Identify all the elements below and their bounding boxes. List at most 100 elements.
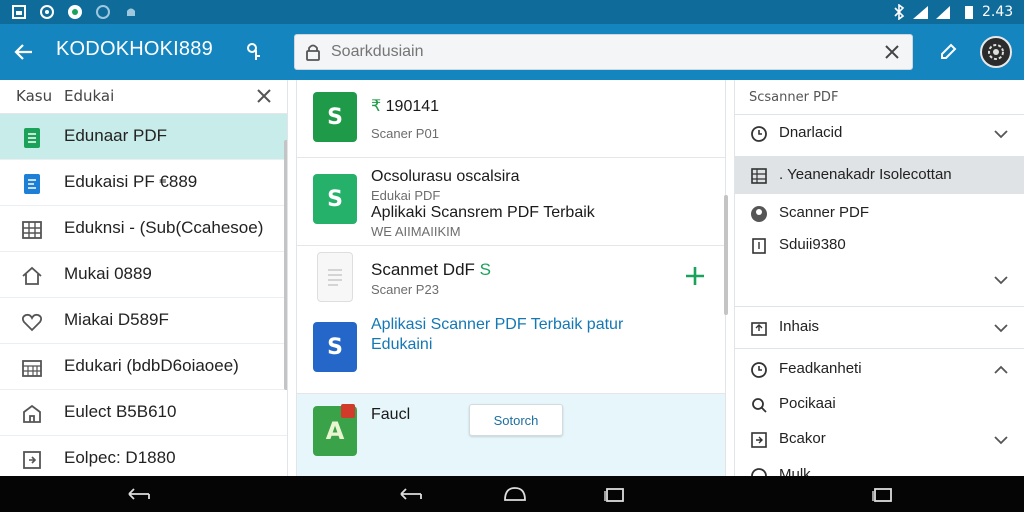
sidebar-header-title: Edukai [64,87,115,105]
sidebar-header: Kasu Edukai [0,80,287,114]
search-bar[interactable] [294,34,913,70]
heart-icon [20,310,44,334]
search-input[interactable] [331,39,871,65]
search-icon [749,395,769,415]
document-icon [317,252,353,302]
result-subtitle: Edukai PDF [371,188,441,203]
sidebar-item-2[interactable]: Eduknsi - (Sub(Ccahesoe) [0,206,287,252]
home-icon [20,264,44,288]
key-icon[interactable] [240,38,268,66]
chevron-up-icon[interactable] [991,360,1011,380]
result-subtitle: Scaner P23 [371,282,439,297]
result-title: ₹ 190141 [371,98,440,115]
right-item-1[interactable]: . Yeanenakadr Isolecottan [735,156,1024,194]
result-card-1[interactable]: S Ocsolurasu oscalsira Edukai PDF Aplika… [297,158,725,246]
whatsapp-icon [38,3,56,21]
sidebar-item-label: Eulect B5B610 [64,402,177,421]
avatar[interactable] [980,36,1012,68]
add-icon[interactable] [683,264,707,292]
chevron-down-icon[interactable] [991,318,1011,338]
results-scrollbar[interactable] [724,195,728,315]
chevron-down-icon[interactable] [991,270,1011,290]
right-item-label: . Yeanenakadr Isolecottan [779,166,952,183]
grid-icon [749,166,769,186]
close-icon[interactable] [254,86,274,106]
clock-text: 2.43 [982,4,1014,20]
search-button[interactable]: Sotorch [469,404,563,436]
clear-icon[interactable] [882,42,902,62]
right-item-0[interactable]: Dnarlacid [735,114,1024,152]
app-bar: KODOKHOKI889 [0,24,1024,80]
lock-icon [303,42,323,62]
export-icon [20,448,44,472]
clock-icon [749,124,769,144]
right-panel: Scsanner PDF Dnarlacid . Yeanenakadr Iso… [734,80,1024,476]
location-icon [94,3,112,21]
result-subtitle: Edukaini [371,336,433,353]
result-meta: WE AIIMAIIKIM [371,224,461,239]
sidebar-item-label: Edukaisi PF €889 [64,172,198,191]
right-item-3[interactable]: Sduii9380 [735,226,1024,264]
right-item-6[interactable]: Feadkanheti [735,350,1024,388]
grid-icon [20,218,44,242]
sidebar-scrollbar[interactable] [284,140,287,390]
result-title: Aplikasi Scanner PDF Terbaik patur [371,316,624,333]
signal-icon [912,3,930,21]
battery-icon [960,3,978,21]
sidebar-item-4[interactable]: Miakai D589F [0,298,287,344]
sheets-app-icon: S [313,174,357,224]
recents-nav-icon[interactable] [600,484,630,504]
right-item-label: Sduii9380 [779,236,846,253]
upload-icon [749,318,769,338]
sidebar-item-label: Eduknsi - (Sub(Ccahesoe) [64,218,264,237]
right-item-5[interactable]: Inhais [735,308,1024,346]
sidebar-item-label: Mukai 0889 [64,264,152,283]
sidebar-item-label: Edukari (bdbD6oiaoee) [64,356,239,375]
sidebar-item-label: Eolpec: D1880 [64,448,176,467]
sidebar-item-6[interactable]: Eulect B5B610 [0,390,287,436]
status-bar: 2.43 [0,0,1024,24]
result-title: Faucl [371,406,411,423]
sidebar-item-0[interactable]: Edunaar PDF [0,114,287,160]
back-nav-icon[interactable] [124,484,154,504]
result-card-0[interactable]: S ₹ 190141 Scaner P01 [297,80,725,158]
edit-icon[interactable] [932,36,964,68]
chevron-down-icon[interactable] [991,124,1011,144]
right-item-label: Bcakor [779,430,826,447]
building-icon [20,402,44,426]
bluetooth-icon [890,3,908,21]
result-card-4[interactable]: A Faucl Sotorch [297,394,725,476]
sheets-app-icon: S [313,92,357,142]
divider [735,306,1024,307]
right-item-7[interactable]: Pocikaai [735,385,1024,423]
right-item-label: Dnarlacid [779,124,843,141]
right-item-9[interactable]: Mulk [735,456,1024,476]
chevron-down-icon[interactable] [991,430,1011,450]
right-item-4[interactable] [735,260,1024,298]
app-title: KODOKHOKI889 [56,38,213,60]
sidebar-item-1[interactable]: Edukaisi PF €889 [0,160,287,206]
right-item-label: Pocikaai [779,395,836,412]
back-arrow-icon[interactable] [8,36,40,68]
back-nav-icon[interactable] [396,484,426,504]
docs-app-icon: S [313,322,357,372]
right-item-label: Mulk [779,466,811,476]
result-subtitle: Scaner P01 [371,126,439,141]
wifi-icon [934,3,952,21]
sidebar-item-7[interactable]: Eolpec: D1880 [0,436,287,476]
home-nav-icon[interactable] [500,484,530,504]
badge-icon [341,404,355,418]
right-item-8[interactable]: Bcakor [735,420,1024,458]
recents-nav-icon[interactable] [868,484,898,504]
result-card-3[interactable]: S Aplikasi Scanner PDF Terbaik patur Edu… [297,306,725,394]
sidebar-item-3[interactable]: Mukai 0889 [0,252,287,298]
clock-icon [749,360,769,380]
refresh-icon [66,3,84,21]
sidebar-item-5[interactable]: Edukari (bdbD6oiaoee) [0,344,287,390]
doc-icon [20,172,44,196]
page-icon [749,236,769,256]
user-icon [749,204,769,224]
result-card-2[interactable]: Scanmet DdF S Scaner P23 [297,246,725,306]
sidebar-header-left: Kasu [16,87,53,105]
navigation-bar [0,476,1024,512]
